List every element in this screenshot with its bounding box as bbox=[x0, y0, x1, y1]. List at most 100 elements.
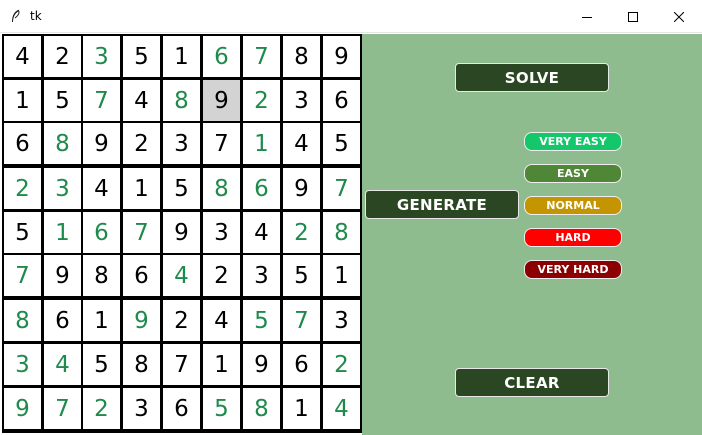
solve-button[interactable]: SOLVE bbox=[455, 63, 609, 92]
sudoku-cell[interactable]: 3 bbox=[83, 36, 120, 77]
sudoku-cell[interactable]: 8 bbox=[323, 212, 360, 253]
sudoku-cell[interactable]: 7 bbox=[243, 36, 280, 77]
sudoku-cell[interactable]: 6 bbox=[323, 80, 360, 121]
sudoku-cell[interactable]: 1 bbox=[323, 255, 360, 296]
sudoku-cell[interactable]: 5 bbox=[203, 388, 240, 429]
feather-icon bbox=[12, 9, 20, 22]
maximize-button[interactable] bbox=[610, 0, 656, 33]
sudoku-cell[interactable]: 5 bbox=[163, 168, 200, 209]
sudoku-cell[interactable]: 3 bbox=[44, 168, 81, 209]
sudoku-cell[interactable]: 8 bbox=[44, 123, 81, 164]
sudoku-cell[interactable]: 8 bbox=[123, 344, 160, 385]
sudoku-cell[interactable]: 4 bbox=[243, 212, 280, 253]
sudoku-cell[interactable]: 3 bbox=[243, 255, 280, 296]
sudoku-cell[interactable]: 8 bbox=[4, 300, 41, 341]
sudoku-cell[interactable]: 9 bbox=[203, 80, 240, 121]
sudoku-cell[interactable]: 6 bbox=[4, 123, 41, 164]
sudoku-cell[interactable]: 7 bbox=[283, 300, 320, 341]
sudoku-cell[interactable]: 7 bbox=[4, 255, 41, 296]
sudoku-cell[interactable]: 3 bbox=[123, 388, 160, 429]
sudoku-cell[interactable]: 9 bbox=[243, 344, 280, 385]
sudoku-cell[interactable]: 2 bbox=[163, 300, 200, 341]
difficulty-normal-button[interactable]: NORMAL bbox=[524, 196, 622, 215]
sudoku-cell[interactable]: 4 bbox=[4, 36, 41, 77]
difficulty-hard-button[interactable]: HARD bbox=[524, 228, 622, 247]
close-icon bbox=[674, 11, 684, 22]
window-title: tk bbox=[30, 9, 42, 23]
sudoku-cell[interactable]: 4 bbox=[44, 344, 81, 385]
sudoku-cell[interactable]: 9 bbox=[83, 123, 120, 164]
sudoku-cell[interactable]: 1 bbox=[203, 344, 240, 385]
control-panel: SOLVE GENERATE VERY EASY EASY NORMAL HARD VE… bbox=[362, 34, 702, 435]
sudoku-cell[interactable]: 5 bbox=[323, 123, 360, 164]
sudoku-cell[interactable]: 8 bbox=[203, 168, 240, 209]
sudoku-cell[interactable]: 5 bbox=[243, 300, 280, 341]
sudoku-cell[interactable]: 9 bbox=[4, 388, 41, 429]
generate-button[interactable]: GENERATE bbox=[365, 190, 519, 219]
title-bar: tk bbox=[0, 0, 702, 33]
sudoku-cell[interactable]: 7 bbox=[163, 344, 200, 385]
clear-button[interactable]: CLEAR bbox=[455, 368, 609, 397]
sudoku-cell[interactable]: 6 bbox=[44, 300, 81, 341]
minimize-icon bbox=[582, 16, 592, 18]
sudoku-board: 4235167891574892366892371452341586975167… bbox=[2, 34, 362, 433]
sudoku-cell[interactable]: 9 bbox=[283, 168, 320, 209]
sudoku-cell[interactable]: 2 bbox=[83, 388, 120, 429]
sudoku-cell[interactable]: 6 bbox=[243, 168, 280, 209]
sudoku-cell[interactable]: 3 bbox=[323, 300, 360, 341]
sudoku-cell[interactable]: 1 bbox=[243, 123, 280, 164]
sudoku-cell[interactable]: 8 bbox=[163, 80, 200, 121]
sudoku-cell[interactable]: 1 bbox=[44, 212, 81, 253]
sudoku-cell[interactable]: 1 bbox=[163, 36, 200, 77]
sudoku-cell[interactable]: 2 bbox=[123, 123, 160, 164]
sudoku-cell[interactable]: 4 bbox=[83, 168, 120, 209]
sudoku-cell[interactable]: 5 bbox=[83, 344, 120, 385]
sudoku-cell[interactable]: 7 bbox=[323, 168, 360, 209]
sudoku-cell[interactable]: 8 bbox=[243, 388, 280, 429]
sudoku-cell[interactable]: 7 bbox=[44, 388, 81, 429]
sudoku-cell[interactable]: 2 bbox=[283, 212, 320, 253]
sudoku-cell[interactable]: 5 bbox=[283, 255, 320, 296]
sudoku-cell[interactable]: 4 bbox=[203, 300, 240, 341]
difficulty-very-easy-button[interactable]: VERY EASY bbox=[524, 132, 622, 151]
sudoku-cell[interactable]: 2 bbox=[323, 344, 360, 385]
sudoku-cell[interactable]: 6 bbox=[83, 212, 120, 253]
sudoku-cell[interactable]: 4 bbox=[163, 255, 200, 296]
sudoku-cell[interactable]: 2 bbox=[203, 255, 240, 296]
sudoku-cell[interactable]: 1 bbox=[283, 388, 320, 429]
sudoku-cell[interactable]: 5 bbox=[123, 36, 160, 77]
sudoku-cell[interactable]: 4 bbox=[283, 123, 320, 164]
sudoku-cell[interactable]: 2 bbox=[4, 168, 41, 209]
sudoku-cell[interactable]: 5 bbox=[44, 80, 81, 121]
minimize-button[interactable] bbox=[564, 0, 610, 33]
sudoku-cell[interactable]: 9 bbox=[44, 255, 81, 296]
maximize-icon bbox=[628, 11, 638, 22]
sudoku-cell[interactable]: 3 bbox=[4, 344, 41, 385]
sudoku-cell[interactable]: 9 bbox=[123, 300, 160, 341]
sudoku-cell[interactable]: 3 bbox=[283, 80, 320, 121]
sudoku-cell[interactable]: 8 bbox=[83, 255, 120, 296]
sudoku-cell[interactable]: 8 bbox=[283, 36, 320, 77]
sudoku-cell[interactable]: 9 bbox=[323, 36, 360, 77]
sudoku-cell[interactable]: 7 bbox=[123, 212, 160, 253]
sudoku-cell[interactable]: 3 bbox=[203, 212, 240, 253]
sudoku-cell[interactable]: 7 bbox=[83, 80, 120, 121]
close-button[interactable] bbox=[656, 0, 702, 33]
sudoku-cell[interactable]: 1 bbox=[83, 300, 120, 341]
sudoku-cell[interactable]: 5 bbox=[4, 212, 41, 253]
sudoku-cell[interactable]: 3 bbox=[163, 123, 200, 164]
sudoku-cell[interactable]: 7 bbox=[203, 123, 240, 164]
difficulty-very-hard-button[interactable]: VERY HARD bbox=[524, 260, 622, 279]
sudoku-cell[interactable]: 2 bbox=[44, 36, 81, 77]
sudoku-cell[interactable]: 6 bbox=[123, 255, 160, 296]
sudoku-cell[interactable]: 1 bbox=[4, 80, 41, 121]
sudoku-cell[interactable]: 2 bbox=[243, 80, 280, 121]
sudoku-cell[interactable]: 6 bbox=[283, 344, 320, 385]
sudoku-cell[interactable]: 4 bbox=[123, 80, 160, 121]
sudoku-cell[interactable]: 9 bbox=[163, 212, 200, 253]
sudoku-cell[interactable]: 6 bbox=[203, 36, 240, 77]
sudoku-cell[interactable]: 4 bbox=[323, 388, 360, 429]
sudoku-cell[interactable]: 1 bbox=[123, 168, 160, 209]
difficulty-easy-button[interactable]: EASY bbox=[524, 164, 622, 183]
sudoku-cell[interactable]: 6 bbox=[163, 388, 200, 429]
